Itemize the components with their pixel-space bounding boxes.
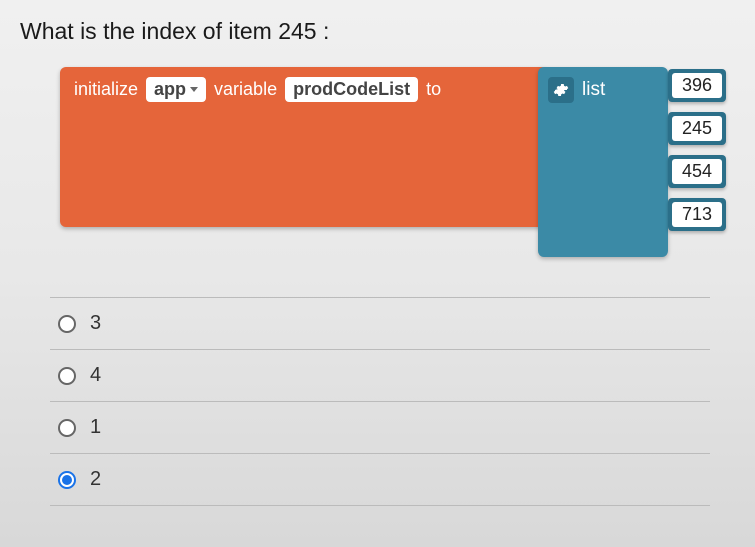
option-label: 2: [90, 468, 101, 491]
variable-name-label: prodCodeList: [293, 79, 410, 100]
list-item[interactable]: 396: [668, 69, 726, 102]
scope-dropdown[interactable]: app: [146, 77, 206, 102]
option-label: 1: [90, 416, 101, 439]
option-label: 3: [90, 312, 101, 335]
option-label: 4: [90, 364, 101, 387]
chevron-down-icon: [190, 87, 198, 92]
radio-button[interactable]: [58, 471, 76, 489]
option-row[interactable]: 1: [50, 401, 710, 453]
list-item-value: 396: [672, 73, 722, 98]
option-row[interactable]: 3: [50, 297, 710, 349]
code-block-area: initialize app variable prodCodeList to …: [60, 67, 735, 257]
list-item-value: 713: [672, 202, 722, 227]
option-row[interactable]: 2: [50, 453, 710, 506]
list-block[interactable]: list: [538, 67, 668, 257]
gear-icon[interactable]: [548, 77, 574, 103]
list-item[interactable]: 245: [668, 112, 726, 145]
initialize-keyword: initialize: [74, 79, 138, 100]
list-items: 396 245 454 713: [668, 69, 726, 231]
scope-label: app: [154, 79, 186, 100]
radio-button[interactable]: [58, 315, 76, 333]
variable-keyword: variable: [214, 79, 277, 100]
gear-icon-svg: [553, 82, 569, 98]
radio-button[interactable]: [58, 367, 76, 385]
initialize-block[interactable]: initialize app variable prodCodeList to: [60, 67, 548, 227]
list-label: list: [582, 79, 605, 101]
radio-button[interactable]: [58, 419, 76, 437]
list-item-value: 245: [672, 116, 722, 141]
answer-options: 3 4 1 2: [50, 297, 710, 506]
list-item[interactable]: 713: [668, 198, 726, 231]
list-item[interactable]: 454: [668, 155, 726, 188]
variable-name-field[interactable]: prodCodeList: [285, 77, 418, 102]
list-item-value: 454: [672, 159, 722, 184]
question-text: What is the index of item 245 :: [20, 18, 735, 45]
to-keyword: to: [426, 79, 441, 100]
option-row[interactable]: 4: [50, 349, 710, 401]
